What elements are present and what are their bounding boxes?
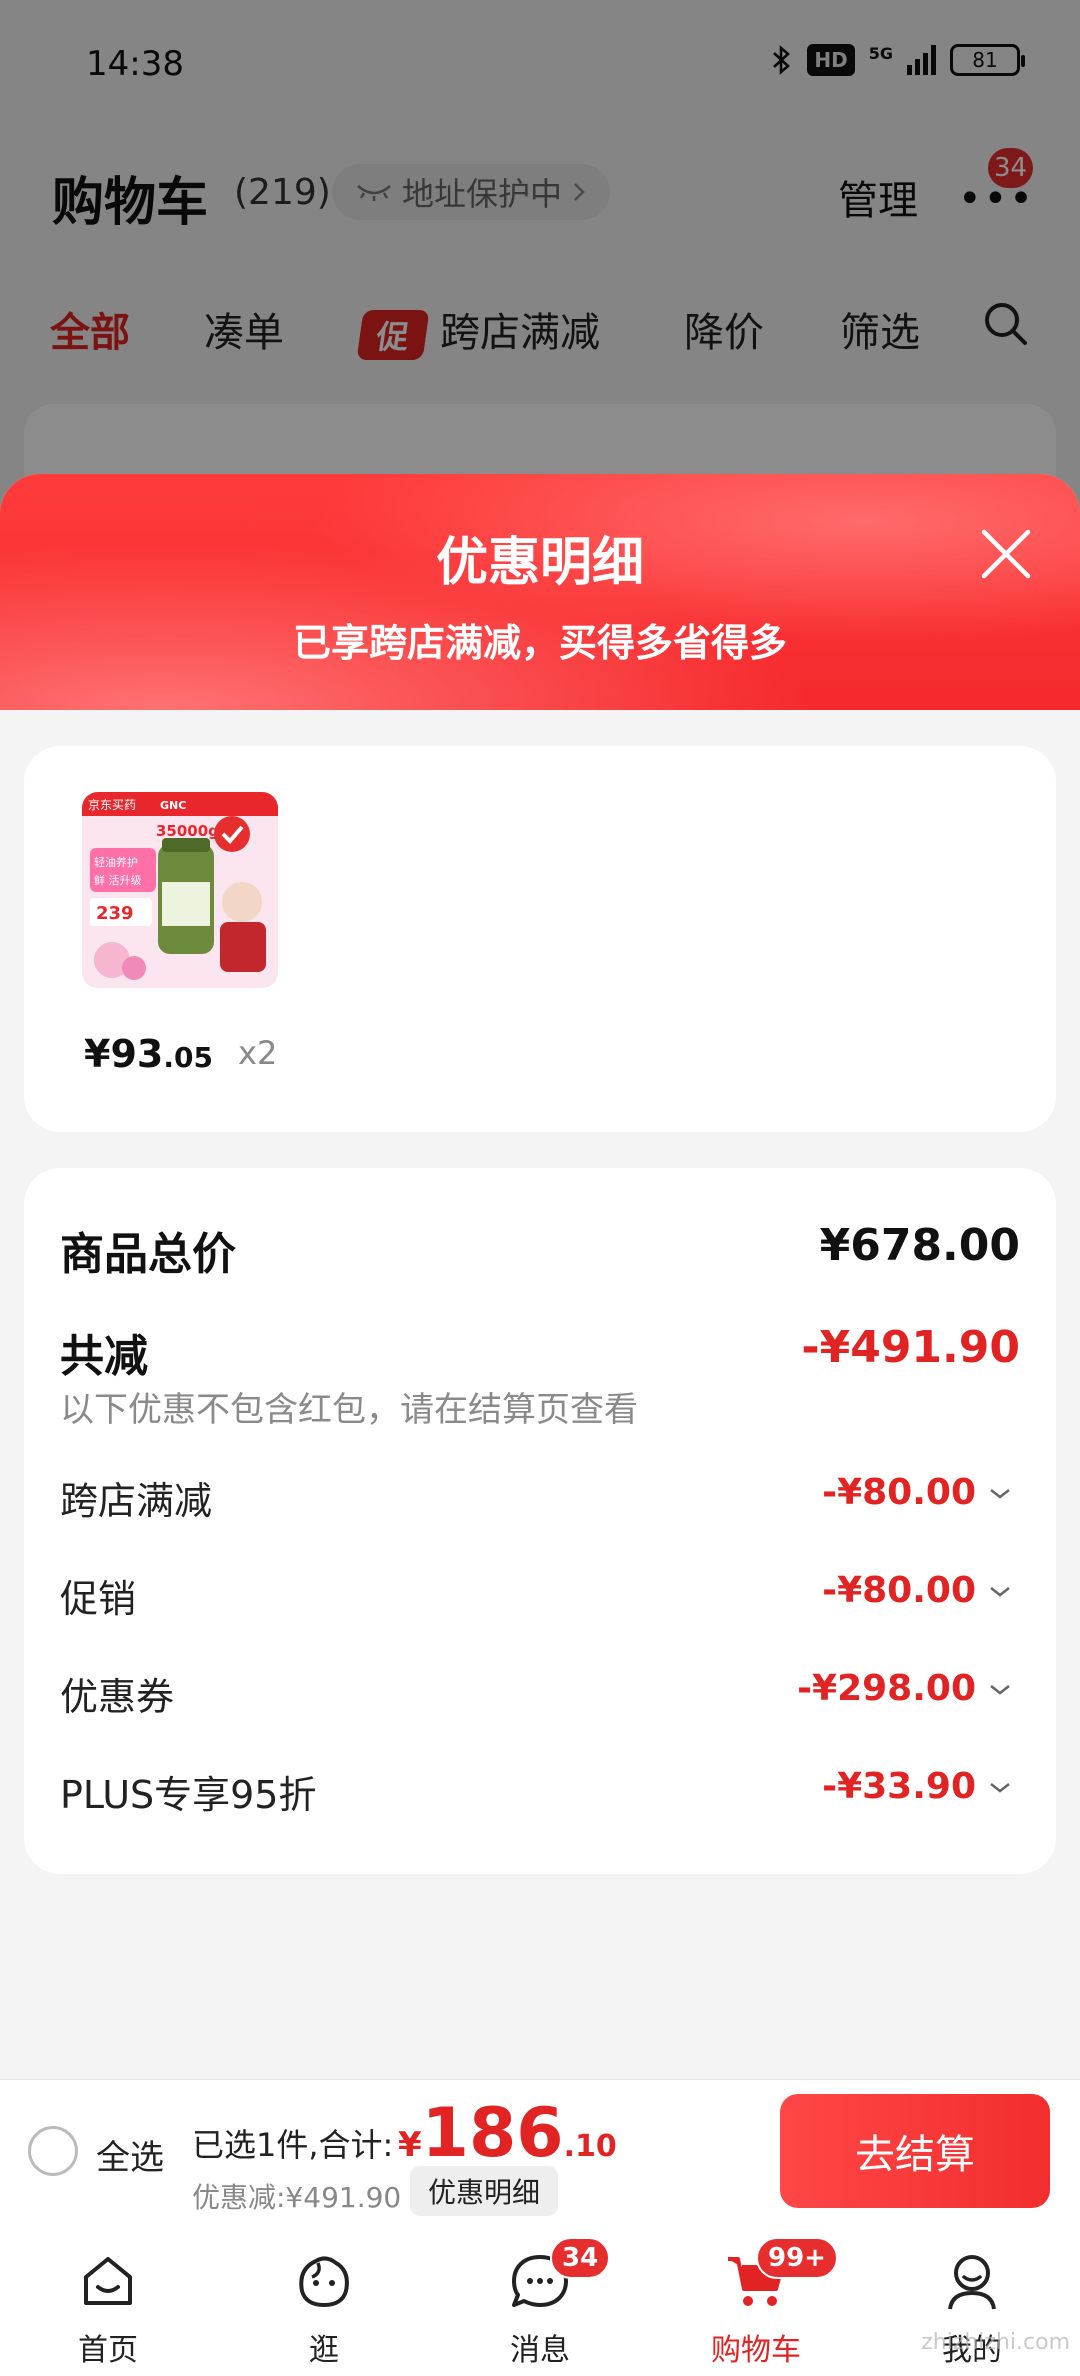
nav-cart[interactable]: 99+ 购物车 (648, 2227, 864, 2376)
discount-label: PLUS专享95折 (60, 1773, 317, 1817)
discount-row-plus[interactable]: PLUS专享95折 -¥33.90 (60, 1758, 1020, 1818)
nav-label: 逛 (309, 2333, 339, 2368)
nav-label: 购物车 (711, 2333, 801, 2368)
discount-label: 优惠券 (60, 1675, 175, 1719)
goods-total-value: ¥678.00 (819, 1220, 1020, 1271)
product-price: ¥93.05 (84, 1032, 213, 1076)
discount-value: -¥298.00 (797, 1668, 976, 1709)
select-all-checkbox[interactable] (28, 2126, 78, 2176)
discount-value: -¥80.00 (822, 1570, 976, 1611)
nav-messages[interactable]: 34 消息 (432, 2227, 648, 2376)
sheet-subtitle: 已享跨店满减，买得多省得多 (292, 621, 787, 665)
reduction-note: 以下优惠不包含红包，请在结算页查看 (60, 1390, 638, 1430)
cart-badge: 99+ (756, 2237, 838, 2279)
thumb-weight: 35000g (156, 822, 219, 840)
thumb-price: 239 (96, 903, 134, 924)
profile-icon (948, 2255, 996, 2310)
watermark: zhizhizhi.com (921, 2330, 1070, 2355)
chevron-down-icon (990, 1587, 1010, 1597)
product-card: 京东买药 GNC 35000g 轻油养护 鲜 活升级 239 ¥93.05 x2 (24, 746, 1056, 1132)
sheet-header: 优惠明细 已享跨店满减，买得多省得多 (0, 474, 1080, 710)
nav-home[interactable]: 首页 (0, 2227, 216, 2376)
discount-row-cross-store[interactable]: 跨店满减 -¥80.00 (60, 1464, 1020, 1524)
goods-total-label: 商品总价 (60, 1229, 236, 1280)
select-all-label[interactable]: 全选 (96, 2130, 164, 2179)
discount-summary-card: 商品总价 ¥678.00 共减 -¥491.90 以下优惠不包含红包，请在结算页… (24, 1168, 1056, 1874)
nav-stroll[interactable]: 逛 (216, 2227, 432, 2376)
product-illustration: 京东买药 GNC 35000g 轻油养护 鲜 活升级 239 (82, 792, 278, 988)
home-icon (84, 2257, 132, 2305)
bottom-nav: 首页 逛 34 消息 99+ 购物车 我的 zhizhizhi.com (0, 2227, 1080, 2376)
checkout-button[interactable]: 去结算 (780, 2094, 1050, 2208)
product-image[interactable]: 京东买药 GNC 35000g 轻油养护 鲜 活升级 239 (82, 792, 278, 988)
thumb-brand: GNC (160, 799, 186, 812)
discount-row-promotion[interactable]: 促销 -¥80.00 (60, 1562, 1020, 1622)
discount-value: -¥33.90 (822, 1766, 976, 1807)
discount-label: 跨店满减 (60, 1479, 213, 1523)
stroll-icon (299, 2256, 349, 2308)
thumb-upgrade: 鲜 活升级 (94, 873, 142, 887)
product-quantity: x2 (238, 1034, 278, 1072)
nav-label: 消息 (510, 2333, 570, 2368)
discount-total-text: 优惠减:¥491.90 (192, 2181, 402, 2214)
checkout-bar: 全选 已选1件,合计: ¥186.10 优惠减:¥491.90 优惠明细 去结算 (0, 2079, 1080, 2227)
nav-label: 首页 (78, 2333, 138, 2368)
close-icon[interactable] (976, 524, 1036, 584)
chevron-down-icon (990, 1783, 1010, 1793)
discount-detail-chip[interactable]: 优惠明细 (410, 2166, 559, 2216)
total-reduction-value: -¥491.90 (801, 1322, 1020, 1373)
chevron-down-icon (990, 1489, 1010, 1499)
discount-value: -¥80.00 (822, 1472, 976, 1513)
chevron-down-icon (990, 1685, 1010, 1695)
total-amount: ¥186.10 (398, 2094, 617, 2173)
total-reduction-label: 共减 (60, 1331, 148, 1382)
messages-badge: 34 (550, 2237, 611, 2279)
discount-detail-sheet: 优惠明细 已享跨店满减，买得多省得多 京东买药 GNC 35000g 轻油养护 … (0, 474, 1080, 2079)
sheet-title: 优惠明细 (435, 533, 644, 593)
thumb-promo: 轻油养护 (94, 855, 138, 869)
thumb-store: 京东买药 (88, 798, 136, 812)
discount-row-coupon[interactable]: 优惠券 -¥298.00 (60, 1660, 1020, 1720)
discount-label: 促销 (60, 1577, 137, 1621)
selected-count-text: 已选1件,合计: (192, 2126, 394, 2164)
